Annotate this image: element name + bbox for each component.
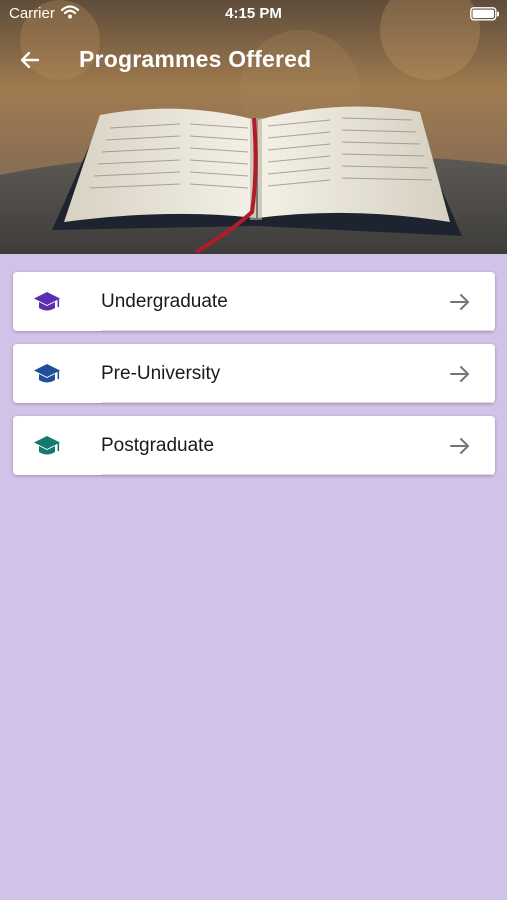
battery-icon (470, 7, 499, 21)
arrow-right-icon (450, 438, 469, 454)
programme-item-postgraduate[interactable]: Postgraduate (13, 416, 495, 475)
header-banner: Carrier 4:15 PM Programmes Offered (0, 0, 507, 254)
graduation-cap-icon (34, 436, 60, 455)
arrow-right-icon (450, 294, 469, 310)
programme-item-pre-university[interactable]: Pre-University (13, 344, 495, 403)
navigation-bar: Programmes Offered (0, 36, 507, 84)
programme-label: Undergraduate (101, 291, 228, 312)
page-title: Programmes Offered (79, 46, 312, 72)
graduation-cap-icon (34, 364, 60, 383)
back-button[interactable] (10, 42, 50, 78)
programmes-list: Undergraduate Pre-University Postgraduat… (13, 272, 495, 488)
graduation-cap-icon (34, 292, 60, 311)
arrow-right-icon (450, 366, 469, 382)
status-bar: Carrier 4:15 PM (0, 0, 507, 28)
divider (101, 330, 495, 331)
divider (101, 474, 495, 475)
programme-label: Pre-University (101, 363, 221, 384)
programme-item-undergraduate[interactable]: Undergraduate (13, 272, 495, 331)
divider (101, 402, 495, 403)
arrow-left-icon (20, 51, 40, 69)
status-time: 4:15 PM (225, 5, 282, 22)
programme-label: Postgraduate (101, 435, 215, 456)
